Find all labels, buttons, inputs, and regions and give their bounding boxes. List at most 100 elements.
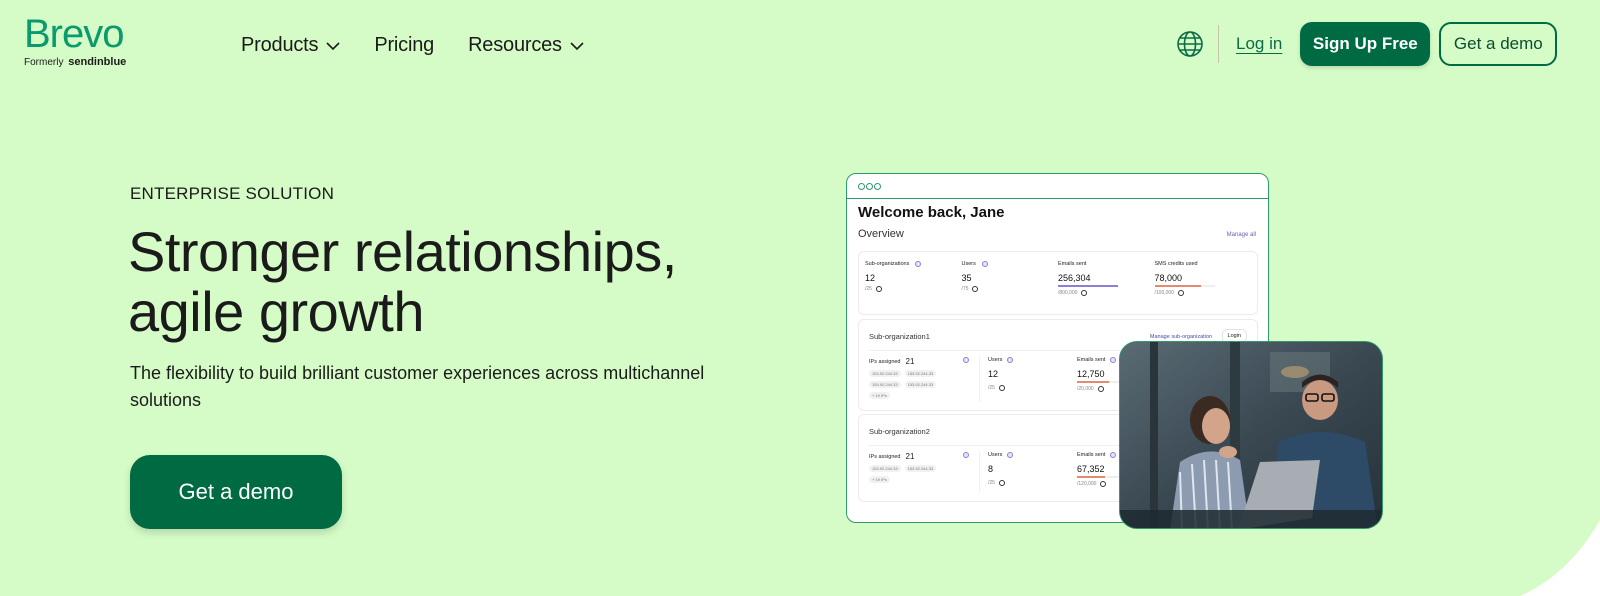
ip-chip: 153.92.244.33 xyxy=(869,381,901,388)
photo-lamp xyxy=(1281,366,1309,378)
hero-headline: Stronger relationships, agile growth xyxy=(128,222,677,342)
stat-sms-credits: SMS credits used 78,000 /100,000 xyxy=(1154,261,1252,314)
stat-label-text: Emails sent xyxy=(1077,357,1106,363)
info-icon xyxy=(915,261,922,267)
stat-limit-text: /25 xyxy=(988,480,995,486)
stat-limit-text: /25 xyxy=(988,385,995,391)
stat-value: 12 xyxy=(865,273,876,283)
window-dot-icon xyxy=(866,182,873,190)
logo-wordmark: Brevo xyxy=(24,12,125,56)
woman-face xyxy=(1202,408,1230,444)
team-photo xyxy=(1119,341,1383,529)
more-ips-chip[interactable]: + 19 IPs xyxy=(869,476,890,483)
stat-label: Users xyxy=(988,452,1014,458)
stat-users: Users 35 /75 xyxy=(962,261,1059,314)
nav-resources[interactable]: Resources xyxy=(468,34,584,57)
nav-products[interactable]: Products xyxy=(241,34,340,57)
stat-label-text: SMS credits used xyxy=(1154,261,1198,267)
progress-fill xyxy=(1154,285,1202,287)
nav-products-label: Products xyxy=(241,34,319,56)
sub-org-name: Sub-organization2 xyxy=(869,427,930,436)
globe-icon[interactable] xyxy=(1176,30,1204,58)
nav-resources-label: Resources xyxy=(468,34,562,56)
more-ips-chip[interactable]: + 19 IPs xyxy=(869,392,890,399)
info-icon xyxy=(963,357,969,363)
headline-line-2: agile growth xyxy=(128,280,424,343)
progress-bar xyxy=(1154,285,1215,287)
stat-value: 256,304 xyxy=(1058,273,1091,283)
ips-assigned: IPs assigned 21 153.92.244.33 153.92.244.… xyxy=(869,357,969,399)
formerly-label: Formerly xyxy=(24,57,64,68)
manage-sub-org-link[interactable]: Manage sub-organization xyxy=(1150,334,1212,340)
info-icon xyxy=(972,286,979,292)
stat-limit-text: /100,000 xyxy=(1154,290,1174,296)
stat-limit: /800,000 xyxy=(1058,290,1155,296)
sub-org-users: Users 8 /25 xyxy=(988,452,1014,486)
ip-chip-row: + 19 IPs xyxy=(869,392,969,399)
photo-window-frame xyxy=(1150,342,1158,528)
ip-chip: 153.92.244.33 xyxy=(904,381,937,388)
stat-label: Users xyxy=(988,357,1014,363)
sub-org-users: Users 12 /25 xyxy=(988,357,1014,391)
stat-label-text: Emails sent xyxy=(1058,261,1087,267)
stat-label: Emails sent xyxy=(1058,261,1155,267)
chevron-down-icon xyxy=(570,41,584,50)
divider xyxy=(979,356,980,402)
nav-divider xyxy=(1218,25,1219,63)
ips-count: 21 xyxy=(905,452,915,461)
stat-label-text: Users xyxy=(988,452,1003,458)
progress-fill xyxy=(1058,285,1118,287)
nav-pricing-label: Pricing xyxy=(374,34,435,56)
stat-limit-text: /20,000 xyxy=(1077,386,1094,392)
stat-sub-organizations: Sub-organizations 12 /25 xyxy=(865,261,962,314)
overview-stats: Sub-organizations 12 /25 Users 35 /75 Em… xyxy=(858,251,1258,315)
info-icon xyxy=(1100,481,1107,487)
info-icon xyxy=(1110,452,1117,458)
welcome-heading: Welcome back, Jane xyxy=(858,204,1005,221)
stat-label-text: Emails sent xyxy=(1077,452,1106,458)
progress-fill xyxy=(1077,476,1105,478)
top-navigation: Brevo Formerly sendinblue Products Prici… xyxy=(0,0,1600,90)
info-icon xyxy=(1110,357,1117,363)
nav-pricing[interactable]: Pricing xyxy=(374,34,434,57)
stat-limit-text: /800,000 xyxy=(1058,290,1078,296)
stat-limit-text: /75 xyxy=(961,286,969,292)
hero-eyebrow: ENTERPRISE SOLUTION xyxy=(130,184,335,203)
logo-formerly: Formerly sendinblue xyxy=(24,56,126,68)
ips-count: 21 xyxy=(905,357,915,366)
man-face xyxy=(1302,380,1338,420)
stat-emails-sent: Emails sent 256,304 /800,000 xyxy=(1058,261,1155,314)
stat-label-text: Users xyxy=(988,357,1003,363)
info-icon xyxy=(1081,290,1088,296)
stat-label: Sub-organizations xyxy=(865,261,962,267)
ips-label: IPs assigned 21 xyxy=(869,357,969,366)
manage-all-link[interactable]: Manage all xyxy=(1227,232,1256,238)
sign-up-button[interactable]: Sign Up Free xyxy=(1300,22,1431,66)
photo-table xyxy=(1120,510,1382,528)
nav-get-demo-button[interactable]: Get a demo xyxy=(1439,22,1558,66)
woman-hand xyxy=(1219,446,1237,458)
photo-illustration xyxy=(1120,342,1382,528)
nav-actions: Log in Sign Up Free Get a demo xyxy=(1176,22,1558,66)
window-dot-icon xyxy=(874,182,881,190)
chevron-down-icon xyxy=(326,41,340,50)
progress-bar xyxy=(1058,285,1118,287)
ip-chip-row: + 19 IPs xyxy=(869,476,969,483)
stat-limit: /25 xyxy=(988,480,1013,486)
stat-limit-text: /120,000 xyxy=(1077,481,1097,487)
login-link[interactable]: Log in xyxy=(1236,34,1282,54)
stat-label-text: Users xyxy=(961,261,976,267)
info-icon xyxy=(1177,290,1184,296)
hero-get-demo-button[interactable]: Get a demo xyxy=(130,455,342,529)
brevo-logo[interactable]: Brevo Formerly sendinblue xyxy=(24,14,126,68)
sub-org-name: Sub-organization1 xyxy=(869,332,930,341)
stat-limit: /25 xyxy=(865,286,962,292)
stat-limit: /100,000 xyxy=(1155,290,1252,296)
stat-value: 12 xyxy=(988,369,999,379)
info-icon xyxy=(1007,452,1014,458)
info-icon xyxy=(1007,357,1014,363)
window-dots xyxy=(858,182,881,190)
ips-label-text: IPs assigned xyxy=(869,453,901,460)
window-dot-icon xyxy=(858,182,865,190)
stat-value: 78,000 xyxy=(1154,273,1183,283)
